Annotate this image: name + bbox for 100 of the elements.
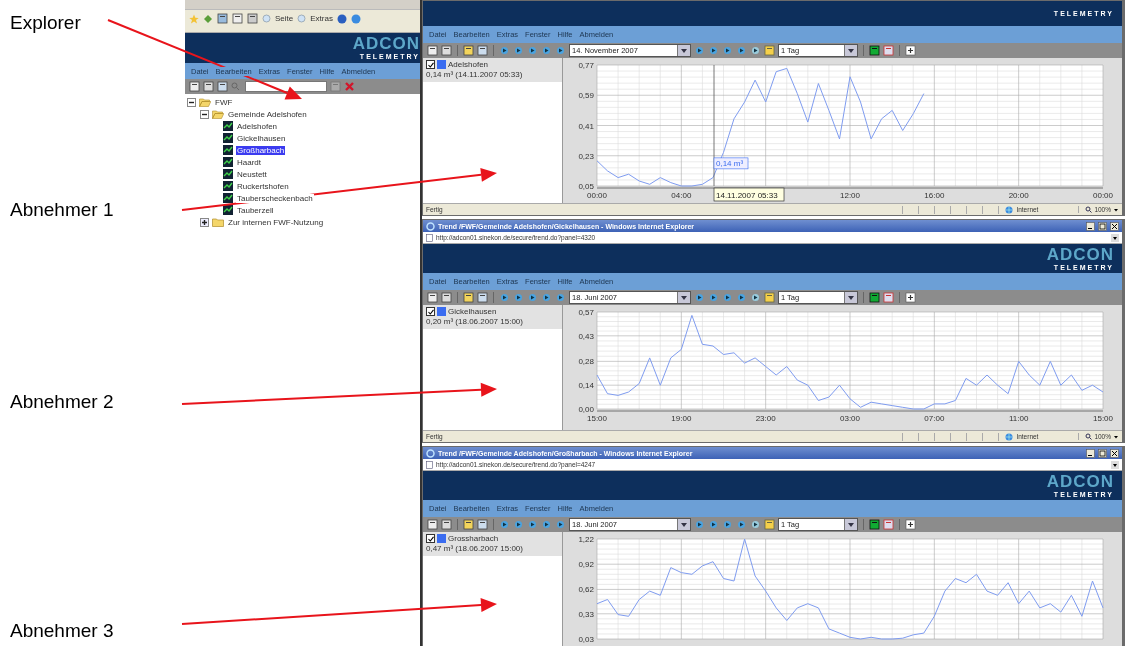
checkbox[interactable] bbox=[426, 307, 435, 316]
navigation-icon[interactable] bbox=[708, 45, 719, 56]
tree-item[interactable]: Gickelhausen bbox=[236, 133, 287, 143]
dropdown-button[interactable] bbox=[677, 45, 690, 56]
minimize-button[interactable] bbox=[1086, 448, 1095, 458]
add-icon[interactable] bbox=[905, 519, 916, 530]
navigation-icon[interactable] bbox=[708, 292, 719, 303]
y-tick-label: 0,33 bbox=[578, 609, 594, 619]
navigation-icon[interactable] bbox=[736, 292, 747, 303]
open-folder-icon bbox=[199, 97, 211, 107]
checkbox[interactable] bbox=[426, 534, 435, 543]
x-tick-label: 03:00 bbox=[840, 414, 860, 423]
dropdown-button[interactable] bbox=[844, 292, 857, 303]
minimize-button[interactable] bbox=[1086, 221, 1095, 231]
navigation-icon[interactable] bbox=[694, 519, 705, 530]
navigation-icon[interactable] bbox=[736, 45, 747, 56]
navigation-icon[interactable] bbox=[708, 519, 719, 530]
toggle-icon[interactable] bbox=[750, 45, 761, 56]
tree-item[interactable]: Großharbach bbox=[236, 145, 286, 155]
navigation-icon[interactable] bbox=[527, 45, 538, 56]
collapse-icon[interactable] bbox=[187, 97, 196, 107]
y-tick-label: 0,41 bbox=[578, 121, 594, 131]
x-tick-label: 12:00 bbox=[840, 191, 860, 200]
collapse-icon[interactable] bbox=[200, 109, 209, 119]
navigation-icon[interactable] bbox=[513, 45, 524, 56]
y-tick-label: 0,14 bbox=[578, 381, 594, 391]
add-icon[interactable] bbox=[905, 292, 916, 303]
browser-icon bbox=[426, 221, 435, 231]
y-tick-label: 0,43 bbox=[578, 331, 594, 341]
add-icon[interactable] bbox=[905, 45, 916, 56]
logo-text: ADCON bbox=[1046, 245, 1114, 263]
close-button[interactable] bbox=[1110, 448, 1119, 458]
x-tick-label: 20:00 bbox=[1008, 191, 1029, 200]
maximize-button[interactable] bbox=[1098, 448, 1107, 458]
navigation-icon[interactable] bbox=[555, 45, 566, 56]
navigation-icon[interactable] bbox=[736, 519, 747, 530]
caret-icon bbox=[1113, 433, 1119, 440]
navigation-icon[interactable] bbox=[499, 292, 510, 303]
document-icon[interactable] bbox=[427, 292, 438, 303]
y-tick-label: 0,62 bbox=[578, 585, 594, 595]
tree-item[interactable]: Tauberscheckenbach bbox=[236, 193, 314, 203]
navigation-icon[interactable] bbox=[555, 519, 566, 530]
station-icon bbox=[223, 145, 233, 155]
tree-item[interactable]: Zur internen FWF-Nutzung bbox=[227, 217, 325, 227]
x-tick-label: 15:00 bbox=[1093, 414, 1113, 423]
tree-item[interactable]: Neustett bbox=[236, 169, 268, 179]
checkbox[interactable] bbox=[426, 60, 435, 69]
x-tick-label: 07:00 bbox=[924, 414, 945, 423]
station-icon bbox=[223, 133, 233, 143]
search-field[interactable] bbox=[245, 81, 327, 92]
star-icon[interactable] bbox=[189, 13, 199, 24]
tree-item[interactable]: FWF bbox=[214, 97, 234, 107]
maximize-button[interactable] bbox=[1098, 221, 1107, 231]
navigation-icon[interactable] bbox=[499, 45, 510, 56]
magnifier-icon bbox=[1085, 433, 1093, 440]
series-name: Adelshofen bbox=[448, 60, 489, 69]
toolbar-menu[interactable]: Extras bbox=[310, 14, 333, 23]
navigation-icon[interactable] bbox=[513, 519, 524, 530]
document-icon[interactable] bbox=[189, 81, 200, 92]
navigation-icon[interactable] bbox=[694, 292, 705, 303]
tree-item[interactable]: Haardt bbox=[236, 157, 262, 167]
navigation-icon[interactable] bbox=[722, 45, 733, 56]
y-tick-label: 0,28 bbox=[578, 357, 594, 367]
document-icon[interactable] bbox=[427, 519, 438, 530]
tree-item[interactable]: Gemeinde Adelshofen bbox=[227, 109, 308, 119]
station-icon bbox=[223, 157, 233, 167]
dropdown-button[interactable] bbox=[677, 519, 690, 530]
navigation-icon[interactable] bbox=[694, 45, 705, 56]
dropdown-button[interactable] bbox=[844, 519, 857, 530]
series-name: Gickelhausen bbox=[448, 307, 497, 316]
x-tick-label: 23:00 bbox=[755, 414, 776, 423]
expand-icon[interactable] bbox=[200, 217, 209, 227]
value-tooltip: 0,14 m³ bbox=[713, 157, 749, 170]
dropdown-icon[interactable] bbox=[1111, 233, 1119, 242]
navigation-icon[interactable] bbox=[513, 292, 524, 303]
navigation-icon[interactable] bbox=[527, 519, 538, 530]
tree-item[interactable]: Tauberzell bbox=[236, 205, 275, 215]
dropdown-button[interactable] bbox=[677, 292, 690, 303]
navigation-icon[interactable] bbox=[541, 292, 552, 303]
navigation-icon[interactable] bbox=[722, 292, 733, 303]
callout-label: Explorer bbox=[10, 11, 81, 35]
toggle-icon[interactable] bbox=[750, 519, 761, 530]
navigation-icon[interactable] bbox=[555, 292, 566, 303]
navigation-icon[interactable] bbox=[541, 45, 552, 56]
time-tooltip: 14.11.2007 05:33 bbox=[713, 187, 785, 202]
document-icon[interactable] bbox=[427, 45, 438, 56]
y-tick-label: 0,92 bbox=[578, 560, 594, 570]
series-reading: 0,20 m³ (18.06.2007 15:00) bbox=[426, 317, 524, 326]
dropdown-icon[interactable] bbox=[1111, 460, 1119, 469]
toggle-icon[interactable] bbox=[750, 292, 761, 303]
caret-icon bbox=[1113, 206, 1119, 213]
close-button[interactable] bbox=[1110, 221, 1119, 231]
navigation-icon[interactable] bbox=[499, 519, 510, 530]
navigation-icon[interactable] bbox=[722, 519, 733, 530]
navigation-icon[interactable] bbox=[527, 292, 538, 303]
tree-item[interactable]: Adelshofen bbox=[236, 121, 279, 131]
navigation-icon[interactable] bbox=[541, 519, 552, 530]
toolbar-menu[interactable]: Seite bbox=[275, 14, 294, 23]
tree-item[interactable]: Ruckertshofen bbox=[236, 181, 290, 191]
dropdown-button[interactable] bbox=[844, 45, 857, 56]
